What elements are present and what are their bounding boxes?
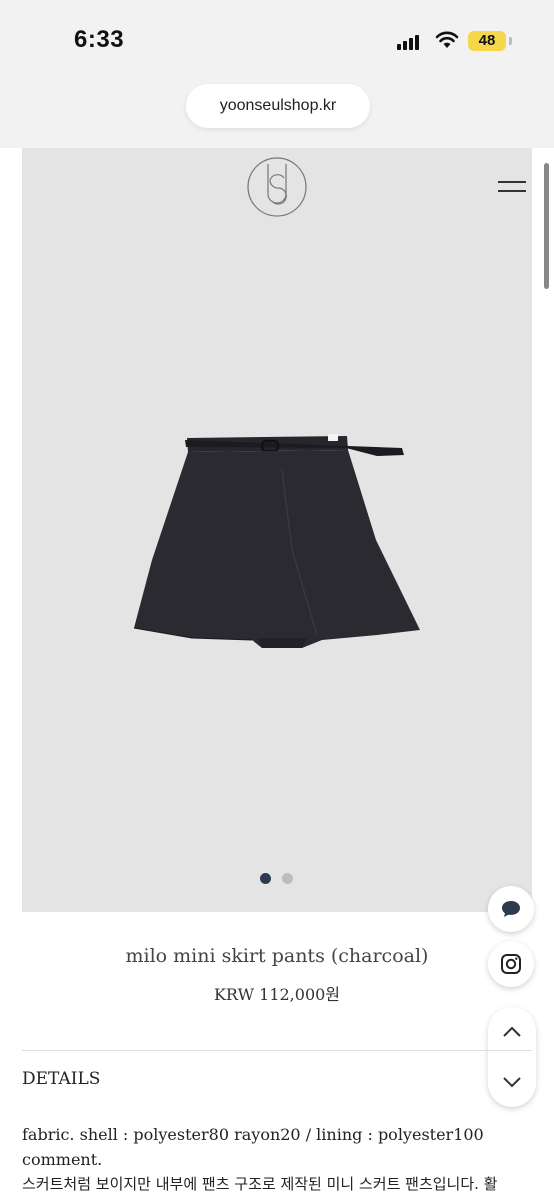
carousel-dot-2[interactable] xyxy=(282,873,293,884)
page-content xyxy=(0,148,554,1200)
product-price: KRW 112,000원 xyxy=(213,985,341,1004)
product-title: milo mini skirt pants (charcoal) xyxy=(125,945,429,967)
instagram-button[interactable] xyxy=(488,941,534,987)
details-body: fabric. shell : polyester80 rayon20 / li… xyxy=(22,1122,532,1197)
fabric-info: fabric. shell : polyester80 rayon20 / li… xyxy=(22,1125,484,1144)
chevron-down-icon xyxy=(503,1077,521,1088)
product-photo xyxy=(133,434,420,648)
scroll-bottom-button[interactable] xyxy=(488,1057,536,1107)
chat-bubble-icon xyxy=(502,901,520,917)
comment-text: 스커트처럼 보이지만 내부에 팬츠 구조로 제작된 미니 스커트 팬츠입니다. … xyxy=(22,1175,498,1193)
section-divider xyxy=(22,1050,532,1051)
product-image-carousel[interactable] xyxy=(22,148,532,912)
scroll-nav xyxy=(488,1007,536,1107)
address-bar[interactable]: yoonseulshop.kr xyxy=(186,84,370,128)
comment-label: comment. xyxy=(22,1150,103,1169)
carousel-dot-1[interactable] xyxy=(260,873,271,884)
cellular-signal-icon xyxy=(397,34,421,50)
page-scrollbar[interactable] xyxy=(544,163,549,289)
wifi-icon xyxy=(435,31,459,48)
status-time: 6:33 xyxy=(74,26,125,53)
status-bar: 6:33 48 xyxy=(0,0,554,80)
hamburger-menu-icon[interactable] xyxy=(498,181,528,193)
chat-button[interactable] xyxy=(488,886,534,932)
carousel-pagination xyxy=(258,873,298,885)
brand-logo[interactable] xyxy=(246,156,308,218)
battery-tip xyxy=(509,37,512,45)
instagram-icon xyxy=(501,954,521,974)
details-heading[interactable]: DETAILS xyxy=(22,1069,100,1089)
battery-level: 48 xyxy=(468,31,506,51)
chevron-up-icon xyxy=(503,1026,521,1037)
